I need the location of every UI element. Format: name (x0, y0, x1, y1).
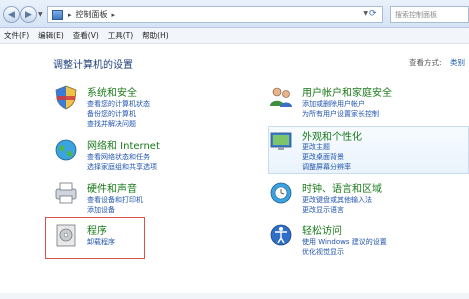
breadcrumb-chevron-icon[interactable]: ▸ (68, 11, 72, 19)
security-shield-icon (55, 85, 77, 110)
printer-icon (55, 182, 77, 204)
user-accounts-title[interactable]: 用户帐户和家庭安全 (302, 84, 392, 99)
link-homegroup[interactable]: 选择家庭组和共享选项 (87, 162, 157, 172)
menu-bar: 文件(F) 编辑(E) 查看(V) 工具(T) 帮助(H) (0, 28, 469, 44)
network-globe-icon (55, 139, 77, 161)
appearance-title[interactable]: 外观和个性化 (302, 128, 362, 143)
link-troubleshoot[interactable]: 查找并解决问题 (87, 119, 136, 129)
address-dropdown-icon[interactable]: ▼ (363, 10, 368, 17)
hardware-sound-title[interactable]: 硬件和声音 (87, 180, 137, 195)
forward-button[interactable]: ▶ (20, 6, 37, 23)
system-security-title[interactable]: 系统和安全 (87, 84, 137, 99)
status-bar (0, 293, 469, 299)
link-desktop-background[interactable]: 更改桌面背景 (302, 152, 344, 162)
breadcrumb-control-panel[interactable]: 控制面板 (76, 9, 108, 20)
category-hardware-sound: 硬件和声音 查看设备和打印机 添加设备 (53, 180, 253, 216)
link-add-remove-users[interactable]: 添加或删除用户帐户 (302, 99, 365, 109)
ease-of-access-title[interactable]: 轻松访问 (302, 222, 342, 237)
view-by-dropdown[interactable]: 类别 (450, 57, 465, 68)
link-uninstall-program[interactable]: 卸载程序 (87, 237, 115, 247)
search-input[interactable]: 搜索控制面板 (390, 6, 469, 23)
menu-file[interactable]: 文件(F) (4, 30, 29, 41)
programs-disc-icon (56, 224, 76, 247)
address-bar: ◀ ▶ ▼ ▸ 控制面板 ▸ ▼ ⟳ 搜索控制面板 (0, 0, 469, 28)
link-network-status[interactable]: 查看网络状态和任务 (87, 152, 150, 162)
refresh-icon[interactable]: ⟳ (369, 9, 377, 19)
category-ease-of-access: 轻松访问 使用 Windows 建议的设置 优化视觉显示 (268, 222, 468, 258)
link-backup[interactable]: 备份您的计算机 (87, 109, 136, 119)
link-devices-printers[interactable]: 查看设备和打印机 (87, 195, 143, 205)
address-box[interactable]: ▸ 控制面板 ▸ ▼ (47, 6, 383, 23)
appearance-monitor-icon (270, 132, 292, 150)
category-network-internet: 网络和 Internet 查看网络状态和任务 选择家庭组和共享选项 (53, 137, 253, 177)
ease-of-access-icon (270, 224, 292, 246)
network-internet-title[interactable]: 网络和 Internet (87, 137, 160, 152)
link-add-device[interactable]: 添加设备 (87, 205, 115, 215)
link-display-language[interactable]: 更改显示语言 (302, 205, 344, 215)
link-check-status[interactable]: 查看您的计算机状态 (87, 99, 150, 109)
category-appearance: 外观和个性化 更改主题 更改桌面背景 调整屏幕分辨率 (268, 128, 468, 172)
category-user-accounts: 用户帐户和家庭安全 添加或删除用户帐户 为所有用户设置家长控制 (268, 84, 468, 120)
menu-tools[interactable]: 工具(T) (108, 30, 133, 41)
link-change-keyboard[interactable]: 更改键盘或其他输入法 (302, 195, 372, 205)
back-button[interactable]: ◀ (3, 6, 20, 23)
page-title: 调整计算机的设置 (53, 60, 133, 71)
category-clock-language: 时钟、语言和区域 更改键盘或其他输入法 更改显示语言 (268, 180, 468, 216)
menu-edit[interactable]: 编辑(E) (38, 30, 64, 41)
forward-arrow-icon: ▶ (25, 9, 32, 20)
recent-pages-dropdown-icon[interactable]: ▼ (38, 11, 43, 18)
control-panel-icon (52, 9, 63, 20)
link-parental-controls[interactable]: 为所有用户设置家长控制 (302, 109, 379, 119)
category-system-security: 系统和安全 查看您的计算机状态 备份您的计算机 查找并解决问题 (53, 84, 253, 132)
users-icon (270, 87, 292, 107)
menu-help[interactable]: 帮助(H) (142, 30, 169, 41)
clock-language-title[interactable]: 时钟、语言和区域 (302, 180, 382, 195)
clock-globe-icon (270, 182, 292, 204)
search-placeholder: 搜索控制面板 (395, 10, 437, 19)
category-programs: 程序 卸载程序 (53, 222, 143, 254)
programs-title[interactable]: 程序 (87, 222, 107, 237)
link-change-theme[interactable]: 更改主题 (302, 142, 330, 152)
back-arrow-icon: ◀ (8, 9, 15, 20)
breadcrumb-chevron-icon[interactable]: ▸ (112, 11, 116, 19)
link-windows-recommended[interactable]: 使用 Windows 建议的设置 (302, 237, 387, 247)
menu-view[interactable]: 查看(V) (73, 30, 99, 41)
link-optimize-visual[interactable]: 优化视觉显示 (302, 247, 344, 257)
link-screen-resolution[interactable]: 调整屏幕分辨率 (302, 162, 351, 172)
view-by-label: 查看方式: (409, 58, 442, 67)
